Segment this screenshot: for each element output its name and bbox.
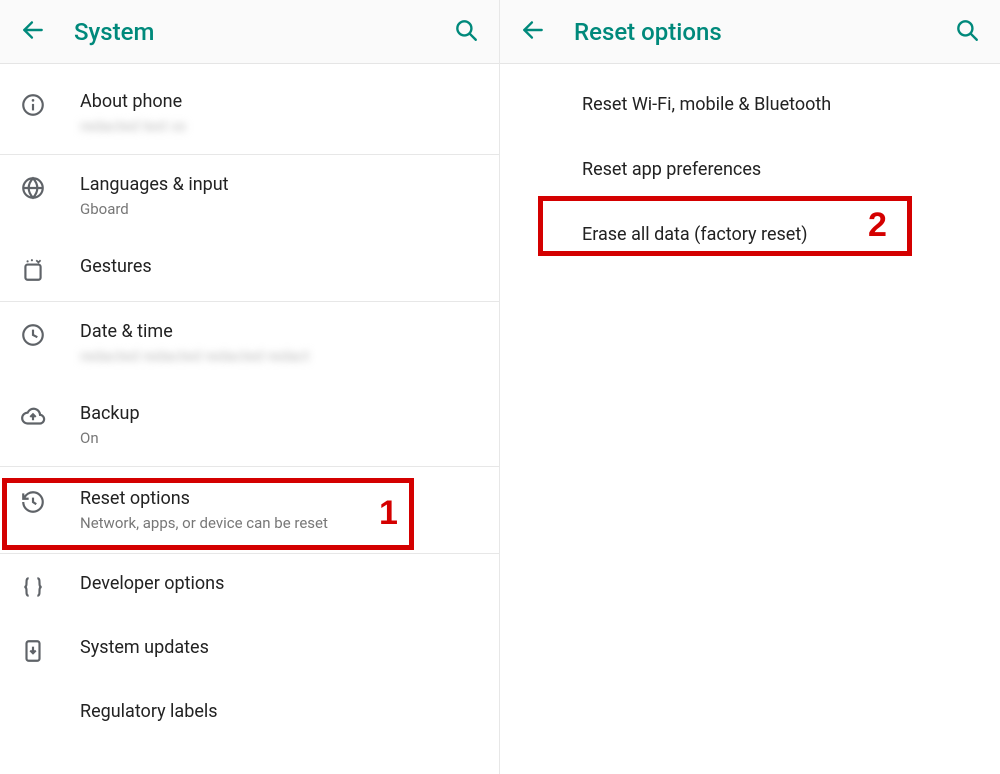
row-subtitle: redacted redacted redacted redact — [80, 346, 479, 366]
row-title: Languages & input — [80, 173, 479, 197]
back-arrow-icon[interactable] — [520, 17, 546, 47]
row-date-time[interactable]: Date & time redacted redacted redacted r… — [0, 302, 499, 384]
appbar-right: Reset options — [500, 0, 1000, 64]
reset-options-screen: Reset options Reset Wi-Fi, mobile & Blue… — [500, 0, 1000, 774]
row-subtitle: Gboard — [80, 199, 479, 219]
row-title: Reset options — [80, 487, 479, 511]
blank-icon — [20, 700, 80, 702]
row-reset-options[interactable]: Reset options Network, apps, or device c… — [0, 467, 499, 553]
cloud-icon — [20, 402, 80, 430]
search-icon[interactable] — [453, 17, 479, 47]
row-subtitle: On — [80, 428, 479, 448]
row-title: Reset app preferences — [582, 159, 761, 180]
row-reset-app-preferences[interactable]: Reset app preferences — [500, 137, 1000, 202]
braces-icon — [20, 572, 80, 600]
appbar-left: System — [0, 0, 499, 64]
row-languages-input[interactable]: Languages & input Gboard — [0, 155, 499, 237]
row-title: System updates — [80, 636, 479, 660]
row-title: Erase all data (factory reset) — [582, 224, 807, 245]
update-icon — [20, 636, 80, 664]
annotation-number-2: 2 — [868, 206, 887, 245]
search-icon[interactable] — [954, 17, 980, 47]
globe-icon — [20, 173, 80, 201]
row-regulatory-labels[interactable]: Regulatory labels — [0, 682, 499, 742]
row-about-phone[interactable]: About phone redacted text xx — [0, 72, 499, 154]
row-title: Gestures — [80, 255, 479, 279]
back-arrow-icon[interactable] — [20, 17, 46, 47]
info-icon — [20, 90, 80, 118]
row-reset-wifi-mobile-bt[interactable]: Reset Wi-Fi, mobile & Bluetooth — [500, 72, 1000, 137]
row-title: Regulatory labels — [80, 700, 479, 724]
row-gestures[interactable]: Gestures — [0, 237, 499, 301]
row-erase-all-data[interactable]: Erase all data (factory reset) — [500, 202, 1000, 267]
row-system-updates[interactable]: System updates — [0, 618, 499, 682]
system-settings-screen: System About phone redacted text xx Lang… — [0, 0, 500, 774]
appbar-title: Reset options — [574, 18, 954, 46]
row-title: Date & time — [80, 320, 479, 344]
row-title: About phone — [80, 90, 479, 114]
row-subtitle: redacted text xx — [80, 116, 479, 136]
annotation-number-1: 1 — [379, 494, 398, 533]
clock-icon — [20, 320, 80, 348]
system-settings-list: About phone redacted text xx Languages &… — [0, 64, 499, 742]
row-title: Backup — [80, 402, 479, 426]
appbar-title: System — [74, 18, 453, 46]
row-title: Developer options — [80, 572, 479, 596]
row-title: Reset Wi-Fi, mobile & Bluetooth — [582, 94, 831, 115]
row-backup[interactable]: Backup On — [0, 384, 499, 466]
row-subtitle: Network, apps, or device can be reset — [80, 513, 479, 533]
reset-options-list: Reset Wi-Fi, mobile & Bluetooth Reset ap… — [500, 64, 1000, 267]
row-developer-options[interactable]: Developer options — [0, 554, 499, 618]
gestures-icon — [20, 255, 80, 283]
restore-icon — [20, 487, 80, 515]
